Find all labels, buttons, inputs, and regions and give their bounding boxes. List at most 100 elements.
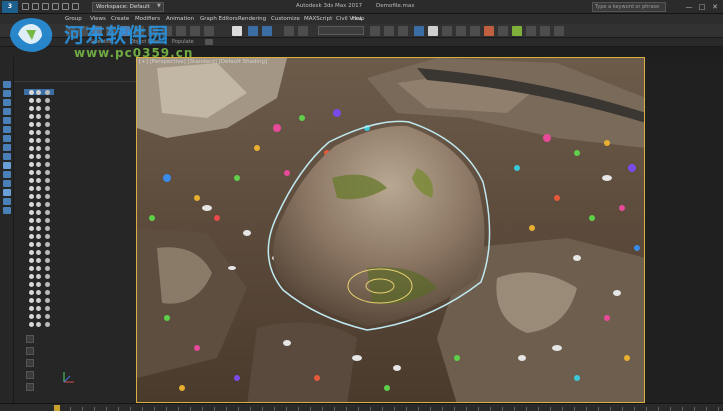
freeze-icon[interactable]	[36, 274, 41, 279]
list-item[interactable]	[14, 273, 58, 280]
visibility-icon[interactable]	[29, 122, 34, 127]
freeze-icon[interactable]	[36, 178, 41, 183]
visibility-icon[interactable]	[29, 130, 34, 135]
visibility-icon[interactable]	[29, 106, 34, 111]
rotate-icon[interactable]	[190, 26, 200, 36]
visibility-icon[interactable]	[29, 306, 34, 311]
list-item[interactable]	[14, 97, 58, 104]
freeze-icon[interactable]	[36, 186, 41, 191]
visibility-icon[interactable]	[29, 154, 34, 159]
freeze-icon[interactable]	[36, 218, 41, 223]
render-production-icon[interactable]	[498, 26, 508, 36]
freeze-icon[interactable]	[36, 210, 41, 215]
visibility-icon[interactable]	[29, 90, 34, 95]
freeze-icon[interactable]	[36, 298, 41, 303]
visibility-icon[interactable]	[29, 234, 34, 239]
redo-icon[interactable]	[62, 3, 69, 10]
layer-explorer-icon[interactable]	[398, 26, 408, 36]
viewport-layout-icon[interactable]	[554, 26, 564, 36]
list-item[interactable]	[14, 105, 58, 112]
list-item[interactable]	[14, 257, 58, 264]
freeze-icon[interactable]	[36, 282, 41, 287]
maximize-button[interactable]: □	[697, 2, 707, 12]
viewport-label[interactable]: [+] [Perspective] [Standard] [Default Sh…	[139, 59, 267, 66]
filter-none-icon[interactable]	[3, 198, 11, 205]
list-item[interactable]	[14, 137, 58, 144]
filter-space-warps-icon[interactable]	[3, 126, 11, 133]
filter-hidden-icon[interactable]	[3, 180, 11, 187]
list-item[interactable]	[14, 121, 58, 128]
list-item[interactable]	[14, 233, 58, 240]
layer-row-icon[interactable]	[26, 347, 34, 355]
toggle-ribbon-icon[interactable]	[414, 26, 424, 36]
list-item[interactable]	[14, 313, 58, 320]
search-input[interactable]: Type a keyword or phrase	[592, 2, 666, 12]
render-shade-icon[interactable]	[526, 26, 536, 36]
filter-lights-icon[interactable]	[3, 99, 11, 106]
visibility-icon[interactable]	[29, 146, 34, 151]
scale-icon[interactable]	[204, 26, 214, 36]
menu-maxscript[interactable]: MAXScript	[304, 15, 332, 23]
list-item[interactable]	[14, 217, 58, 224]
freeze-icon[interactable]	[36, 202, 41, 207]
list-item[interactable]	[14, 129, 58, 136]
render-setup-icon[interactable]	[470, 26, 480, 36]
menu-help[interactable]: Help	[352, 15, 365, 23]
render-iterative-icon[interactable]	[512, 26, 522, 36]
visibility-icon[interactable]	[29, 226, 34, 231]
rendered-frame-window-icon[interactable]	[484, 26, 494, 36]
list-item[interactable]	[14, 145, 58, 152]
list-item[interactable]	[14, 265, 58, 272]
visibility-icon[interactable]	[29, 282, 34, 287]
freeze-icon[interactable]	[36, 130, 41, 135]
time-slider[interactable]	[0, 403, 723, 411]
layer-row-icon[interactable]	[26, 383, 34, 391]
list-item[interactable]	[14, 89, 58, 96]
visibility-icon[interactable]	[29, 138, 34, 143]
freeze-icon[interactable]	[36, 314, 41, 319]
list-item[interactable]	[14, 113, 58, 120]
material-editor-icon[interactable]	[456, 26, 466, 36]
list-item[interactable]	[14, 153, 58, 160]
filter-invert-icon[interactable]	[3, 207, 11, 214]
freeze-icon[interactable]	[36, 122, 41, 127]
visibility-icon[interactable]	[29, 290, 34, 295]
filter-all-icon[interactable]	[3, 189, 11, 196]
menu-customize[interactable]: Customize	[271, 15, 300, 23]
perspective-viewport[interactable]: [+] [Perspective] [Standard] [Default Sh…	[136, 57, 645, 403]
list-item[interactable]	[14, 289, 58, 296]
time-slider-thumb[interactable]	[54, 405, 60, 411]
minimize-button[interactable]: —	[684, 2, 694, 12]
filter-groups-icon[interactable]	[3, 135, 11, 142]
freeze-icon[interactable]	[36, 258, 41, 263]
new-file-icon[interactable]	[22, 3, 29, 10]
filter-xrefs-icon[interactable]	[3, 144, 11, 151]
list-item[interactable]	[14, 201, 58, 208]
visibility-icon[interactable]	[29, 194, 34, 199]
filter-cameras-icon[interactable]	[3, 108, 11, 115]
list-item[interactable]	[14, 305, 58, 312]
render-cloud-icon[interactable]	[540, 26, 550, 36]
list-item[interactable]	[14, 321, 58, 328]
freeze-icon[interactable]	[36, 154, 41, 159]
visibility-icon[interactable]	[29, 178, 34, 183]
menu-graph-editors[interactable]: Graph Editors	[200, 15, 238, 23]
freeze-icon[interactable]	[36, 322, 41, 327]
close-button[interactable]: ✕	[710, 2, 720, 12]
filter-containers-icon[interactable]	[3, 162, 11, 169]
filter-bones-icon[interactable]	[3, 153, 11, 160]
move-icon[interactable]	[176, 26, 186, 36]
visibility-icon[interactable]	[29, 170, 34, 175]
list-item[interactable]	[14, 281, 58, 288]
freeze-icon[interactable]	[36, 162, 41, 167]
open-file-icon[interactable]	[32, 3, 39, 10]
project-folder-icon[interactable]	[72, 3, 79, 10]
freeze-icon[interactable]	[36, 290, 41, 295]
freeze-icon[interactable]	[36, 146, 41, 151]
visibility-icon[interactable]	[29, 210, 34, 215]
visibility-icon[interactable]	[29, 298, 34, 303]
visibility-icon[interactable]	[29, 322, 34, 327]
named-selection-dropdown[interactable]	[318, 26, 364, 35]
list-item[interactable]	[14, 169, 58, 176]
visibility-icon[interactable]	[29, 314, 34, 319]
